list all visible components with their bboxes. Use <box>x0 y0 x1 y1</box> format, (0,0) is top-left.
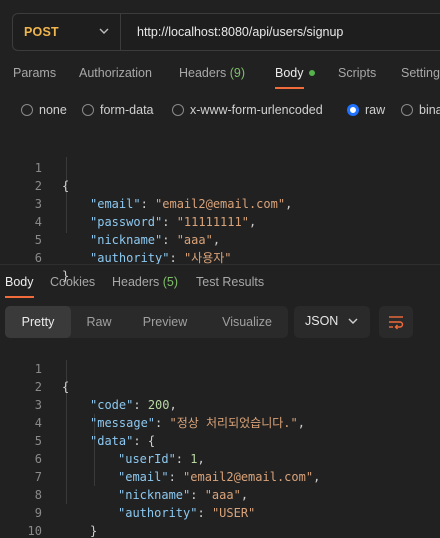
indent-guide <box>66 157 67 233</box>
json-key: "password" <box>90 215 163 229</box>
radio-form-data[interactable]: form-data <box>82 103 154 117</box>
headers-count-badge: (9) <box>229 66 246 80</box>
json-value: "USER" <box>211 506 256 520</box>
view-preview[interactable]: Preview <box>131 306 199 338</box>
tab-scripts[interactable]: Scripts <box>338 66 376 80</box>
json-key: "userId" <box>118 452 176 466</box>
tab-response-headers-label: Headers <box>112 275 160 289</box>
active-tab-indicator <box>275 87 304 89</box>
body-type-radios: none form-data x-www-form-urlencoded raw… <box>0 103 440 121</box>
tab-body-label: Body <box>275 66 304 80</box>
chevron-down-icon <box>99 28 109 34</box>
json-key: "authority" <box>118 506 198 520</box>
view-visualize[interactable]: Visualize <box>209 306 285 338</box>
tab-authorization[interactable]: Authorization <box>79 66 152 80</box>
active-tab-indicator <box>5 296 34 298</box>
radio-label: none <box>39 103 67 117</box>
radio-label: form-data <box>100 103 154 117</box>
radio-label: binary <box>419 103 440 117</box>
code-line: 1 { <box>0 141 69 193</box>
json-value: "사용자" <box>183 251 232 265</box>
chevron-down-icon <box>348 318 358 324</box>
modified-dot-icon <box>308 70 315 76</box>
code-line: 1 { <box>0 342 69 394</box>
json-key: "nickname" <box>118 488 191 502</box>
request-tabs: Params Authorization Headers (9) Body Sc… <box>0 66 440 90</box>
method-label: POST <box>24 25 59 39</box>
json-value: "11111111" <box>176 215 249 229</box>
code-line: 6 "email": "email2@email.com", <box>0 432 321 484</box>
code-line: 4 "nickname": "aaa", <box>0 195 220 247</box>
code-line: 5 "userId": 1, <box>0 414 205 466</box>
line-number: 10 <box>27 524 42 538</box>
tab-headers-label: Headers <box>179 66 227 80</box>
code-line: 9 } <box>0 486 97 538</box>
response-body-viewer[interactable]: 1 { 2 "code": 200, 3 "message": "정상 처리되었… <box>0 342 440 538</box>
radio-binary[interactable]: binary <box>401 103 440 117</box>
format-label: JSON <box>305 314 339 328</box>
wrap-lines-icon <box>389 316 404 330</box>
json-key: "email" <box>118 470 169 484</box>
tab-settings[interactable]: Settings <box>401 66 440 80</box>
code-line: 3 "password": "11111111", <box>0 177 256 229</box>
json-value: "aaa" <box>204 488 241 502</box>
pane-divider[interactable] <box>0 264 440 265</box>
tab-params[interactable]: Params <box>13 66 56 80</box>
radio-none[interactable]: none <box>21 103 67 117</box>
json-key: "code" <box>90 398 134 412</box>
json-value: "email2@email.com" <box>183 470 314 484</box>
tab-cookies[interactable]: Cookies <box>50 275 95 289</box>
json-key: "nickname" <box>90 233 163 247</box>
code-line: 6 } <box>0 231 69 283</box>
code-line: 3 "message": "정상 처리되었습니다.", <box>0 378 305 430</box>
radio-circle-icon <box>82 104 94 116</box>
brace: { <box>147 434 156 448</box>
json-key: "data" <box>90 434 134 448</box>
code-line: 2 "code": 200, <box>0 360 177 412</box>
url-bar: POST http://localhost:8080/api/users/sig… <box>12 13 440 51</box>
view-raw[interactable]: Raw <box>75 306 123 338</box>
json-value: "email2@email.com" <box>155 197 286 211</box>
view-mode-segmented: Pretty Raw Preview Visualize <box>5 306 288 338</box>
code-line: 5 "authority": "사용자" <box>0 213 232 265</box>
json-value: "aaa" <box>176 233 213 247</box>
tab-body[interactable]: Body <box>275 66 315 80</box>
code-line: 8 "authority": "USER" <box>0 468 256 520</box>
code-line: 10 } <box>0 504 42 538</box>
response-tabs: Body Cookies Headers (5) Test Results <box>0 275 440 299</box>
tab-response-headers[interactable]: Headers (5) <box>112 275 178 289</box>
radio-raw[interactable]: raw <box>347 103 385 117</box>
radio-circle-icon <box>172 104 184 116</box>
radio-selected-icon <box>347 104 359 116</box>
json-key: "authority" <box>90 251 170 265</box>
json-key: "message" <box>90 416 156 430</box>
tab-response-body[interactable]: Body <box>5 275 34 289</box>
tab-test-results[interactable]: Test Results <box>196 275 264 289</box>
url-input[interactable]: http://localhost:8080/api/users/signup <box>121 25 343 39</box>
code-line: 4 "data": { <box>0 396 155 448</box>
json-key: "email" <box>90 197 141 211</box>
brace: { <box>62 179 70 193</box>
json-value: "정상 처리되었습니다." <box>169 416 298 430</box>
method-select[interactable]: POST <box>13 14 121 50</box>
brace: { <box>62 380 70 394</box>
code-line: 7 "nickname": "aaa", <box>0 450 248 502</box>
response-headers-count-badge: (5) <box>162 275 179 289</box>
brace: } <box>90 524 98 538</box>
view-pretty[interactable]: Pretty <box>5 306 71 338</box>
radio-circle-icon <box>401 104 413 116</box>
radio-circle-icon <box>21 104 33 116</box>
wrap-lines-button[interactable] <box>379 306 413 338</box>
format-select[interactable]: JSON <box>294 306 370 338</box>
radio-urlencoded[interactable]: x-www-form-urlencoded <box>172 103 323 117</box>
tab-headers[interactable]: Headers (9) <box>179 66 245 80</box>
json-value: 200 <box>147 398 170 412</box>
request-body-editor[interactable]: 1 { 2 "email": "email2@email.com", 3 "pa… <box>0 141 440 283</box>
radio-label: x-www-form-urlencoded <box>190 103 323 117</box>
radio-label: raw <box>365 103 386 117</box>
code-line: 2 "email": "email2@email.com", <box>0 159 293 211</box>
